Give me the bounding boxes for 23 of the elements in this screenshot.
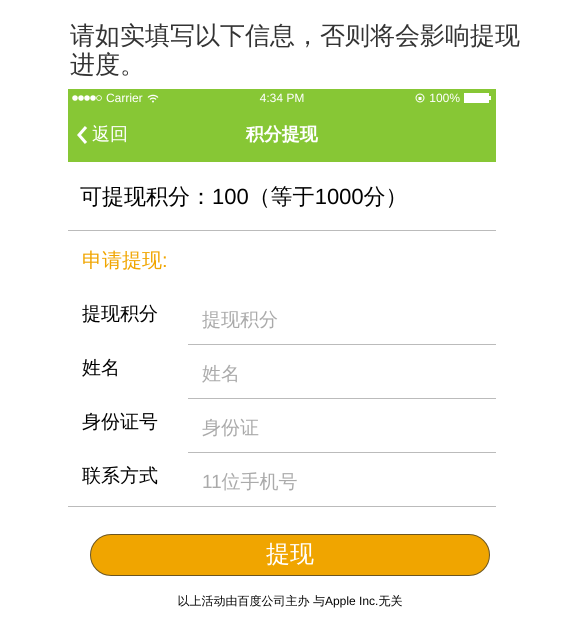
rotation-lock-icon	[415, 93, 426, 103]
time-text: 4:34 PM	[260, 90, 304, 107]
carrier-text: Carrier	[106, 90, 143, 107]
input-field[interactable]: 11位手机号	[188, 453, 496, 506]
back-chevron-icon	[76, 124, 88, 144]
input-field[interactable]: 提现积分	[188, 291, 496, 344]
navigation-title: 积分提现	[246, 123, 318, 146]
instruction-text: 请如实填写以下信息，否则将会影响提现进度。	[70, 22, 521, 80]
input-field[interactable]: 姓名	[188, 345, 496, 398]
input-field[interactable]: 身份证	[188, 399, 496, 452]
field-label: 提现积分	[81, 303, 159, 327]
battery-text: 100%	[429, 90, 460, 107]
wifi-icon	[146, 94, 159, 102]
field-label: 联系方式	[81, 465, 159, 489]
back-button[interactable]: 返回	[68, 121, 128, 148]
balance-text: 可提现积分：100（等于1000分）	[80, 182, 408, 210]
battery-icon	[464, 93, 492, 103]
submit-button[interactable]: 提现	[90, 534, 490, 576]
field-label: 身份证号	[81, 411, 159, 435]
field-label: 姓名	[81, 357, 121, 381]
footer-text: 以上活动由百度公司主办 与Apple Inc.无关	[178, 593, 402, 610]
signal-icon	[72, 95, 102, 101]
section-title: 申请提现:	[82, 249, 168, 274]
